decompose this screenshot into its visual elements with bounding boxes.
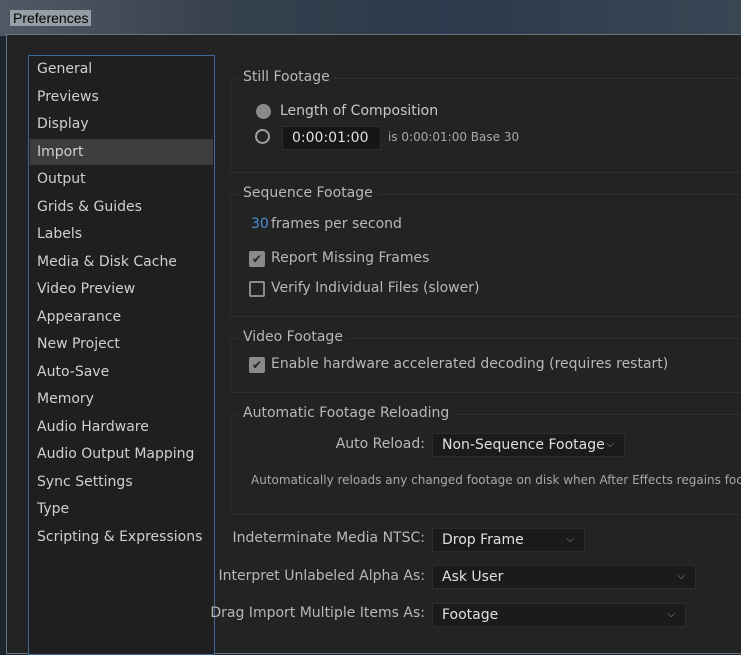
sidebar-item-general[interactable]: General	[30, 56, 213, 82]
chevron-down-icon: ⌵	[667, 609, 675, 620]
group-title: Video Footage	[239, 329, 347, 345]
dropdown-value: Footage	[442, 607, 499, 623]
group-title: Sequence Footage	[239, 185, 377, 201]
sidebar-item-previews[interactable]: Previews	[30, 84, 213, 110]
drag-import-label: Drag Import Multiple Items As:	[210, 605, 425, 621]
auto-reload-label: Auto Reload:	[335, 436, 425, 452]
ntsc-dropdown[interactable]: Drop Frame ⌵	[432, 528, 585, 552]
radio-duration[interactable]	[255, 129, 270, 144]
chevron-down-icon: ⌵	[566, 534, 574, 545]
sidebar-item-auto-save[interactable]: Auto-Save	[30, 359, 213, 385]
sidebar-item-grids-guides[interactable]: Grids & Guides	[30, 194, 213, 220]
sidebar-item-audio-output-mapping[interactable]: Audio Output Mapping	[30, 441, 213, 467]
dropdown-value: Non-Sequence Footage	[442, 437, 605, 453]
hw-decode-checkbox[interactable]: ✔	[249, 357, 265, 373]
radio-length-of-composition[interactable]	[256, 104, 271, 119]
sidebar-item-memory[interactable]: Memory	[30, 386, 213, 412]
sidebar-item-appearance[interactable]: Appearance	[30, 304, 213, 330]
sidebar-item-sync-settings[interactable]: Sync Settings	[30, 469, 213, 495]
fps-label: frames per second	[271, 216, 402, 232]
sidebar-item-media-disk-cache[interactable]: Media & Disk Cache	[30, 249, 213, 275]
sidebar-item-type[interactable]: Type	[30, 496, 213, 522]
alpha-label: Interpret Unlabeled Alpha As:	[218, 568, 425, 584]
sidebar-item-video-preview[interactable]: Video Preview	[30, 276, 213, 302]
checkbox-label: Enable hardware accelerated decoding (re…	[271, 356, 669, 372]
sidebar-item-new-project[interactable]: New Project	[30, 331, 213, 357]
dropdown-value: Ask User	[442, 569, 504, 585]
report-missing-checkbox[interactable]: ✔	[249, 251, 265, 267]
sidebar-item-import[interactable]: Import	[30, 138, 213, 165]
auto-reload-dropdown[interactable]: Non-Sequence Footage ⌵	[432, 433, 625, 457]
window-title: Preferences	[10, 10, 92, 26]
group-title: Automatic Footage Reloading	[239, 405, 454, 421]
drag-import-dropdown[interactable]: Footage ⌵	[432, 603, 686, 627]
sidebar-item-display[interactable]: Display	[30, 111, 213, 137]
sidebar-item-output[interactable]: Output	[30, 166, 213, 192]
checkbox-label: Verify Individual Files (slower)	[271, 280, 480, 296]
chevron-down-icon: ⌵	[606, 439, 614, 450]
ntsc-label: Indeterminate Media NTSC:	[232, 530, 425, 546]
dropdown-value: Drop Frame	[442, 532, 524, 548]
duration-input[interactable]: 0:00:01:00	[282, 126, 381, 150]
fps-value[interactable]: 30	[251, 216, 269, 232]
sidebar-item-scripting-expressions[interactable]: Scripting & Expressions	[30, 524, 213, 550]
auto-reload-group: Automatic Footage Reloading	[230, 405, 741, 515]
title-bar: Preferences	[0, 0, 741, 36]
chevron-down-icon: ⌵	[677, 571, 685, 582]
auto-reload-note: Automatically reloads any changed footag…	[251, 473, 741, 487]
alpha-dropdown[interactable]: Ask User ⌵	[432, 565, 696, 589]
checkbox-label: Report Missing Frames	[271, 250, 430, 266]
sidebar-item-audio-hardware[interactable]: Audio Hardware	[30, 414, 213, 440]
sidebar: General Previews Display Import Output Grids …	[28, 55, 215, 655]
sidebar-item-labels[interactable]: Labels	[30, 221, 213, 247]
duration-info: is 0:00:01:00 Base 30	[388, 130, 520, 144]
verify-files-checkbox[interactable]	[249, 281, 265, 297]
group-title: Still Footage	[239, 69, 334, 85]
radio-label: Length of Composition	[280, 103, 439, 119]
